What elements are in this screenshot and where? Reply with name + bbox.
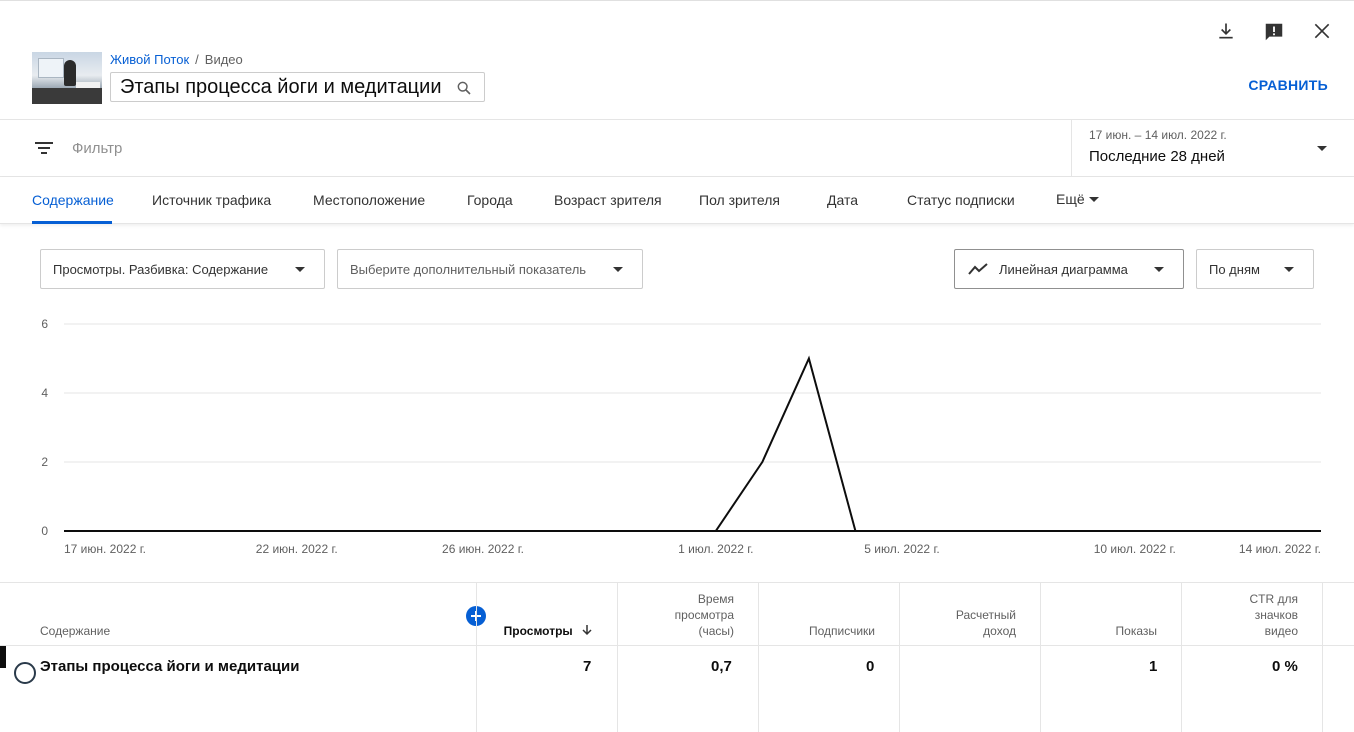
data-point[interactable] (851, 527, 859, 535)
col-header-ctr[interactable]: CTR для значков видео (1236, 591, 1299, 639)
data-point[interactable] (1084, 527, 1092, 535)
chart-svg: 0 2 4 6 17 июн. 2022 г. 22 июн. 2022 г. 26 июн… (41, 317, 1325, 556)
col-header-views-label: Просмотры (503, 624, 573, 638)
row-impressions: 1 (1149, 658, 1158, 675)
x-tick-label: 10 июл. 2022 г. (1094, 542, 1176, 556)
data-point[interactable] (1131, 527, 1139, 535)
table-header: Содержание Просмотры Время просмотра (ча… (0, 582, 1354, 669)
data-point[interactable] (1224, 527, 1232, 535)
data-point[interactable] (805, 355, 813, 363)
data-point[interactable] (1177, 527, 1185, 535)
data-point[interactable] (991, 527, 999, 535)
y-tick-label: 6 (41, 317, 48, 331)
data-point[interactable] (1317, 527, 1325, 535)
col-header-subscribers[interactable]: Подписчики (780, 623, 875, 639)
data-point[interactable] (665, 527, 673, 535)
col-header-watch-time[interactable]: Время просмотра (часы) (660, 591, 734, 639)
data-point[interactable] (1270, 527, 1278, 535)
col-header-views[interactable]: Просмотры (487, 623, 593, 639)
row-title[interactable]: Этапы процесса йоги и медитации (40, 658, 299, 675)
row-watch-time: 0,7 (711, 658, 732, 675)
data-point[interactable] (1038, 527, 1046, 535)
x-tick-label: 22 июн. 2022 г. (256, 542, 338, 556)
column-divider (758, 646, 759, 732)
y-tick-label: 4 (41, 386, 48, 400)
column-divider (617, 646, 618, 732)
data-point[interactable] (619, 527, 627, 535)
row-marker (0, 646, 6, 668)
data-point[interactable] (153, 527, 161, 535)
col-header-content: Содержание (40, 624, 111, 638)
data-point[interactable] (60, 527, 68, 535)
data-point[interactable] (572, 527, 580, 535)
data-point[interactable] (526, 527, 534, 535)
data-point[interactable] (200, 527, 208, 535)
data-point[interactable] (758, 458, 766, 466)
x-tick-label: 5 июл. 2022 г. (864, 542, 939, 556)
data-point[interactable] (945, 527, 953, 535)
column-divider (899, 646, 900, 732)
x-tick-label: 17 июн. 2022 г. (64, 542, 146, 556)
column-divider (476, 646, 477, 732)
column-divider (1181, 646, 1182, 732)
data-point[interactable] (107, 527, 115, 535)
data-point[interactable] (386, 527, 394, 535)
data-point[interactable] (479, 527, 487, 535)
data-point[interactable] (712, 527, 720, 535)
data-point[interactable] (293, 527, 301, 535)
data-point[interactable] (432, 527, 440, 535)
data-point[interactable] (898, 527, 906, 535)
x-tick-label: 1 июл. 2022 г. (678, 542, 753, 556)
data-point[interactable] (246, 527, 254, 535)
x-tick-label: 14 июл. 2022 г. (1239, 542, 1321, 556)
column-divider (1040, 646, 1041, 732)
data-point[interactable] (339, 527, 347, 535)
column-divider (1322, 646, 1323, 732)
row-subscribers: 0 (866, 658, 875, 675)
y-tick-label: 2 (41, 455, 48, 469)
x-tick-label: 26 июн. 2022 г. (442, 542, 524, 556)
col-header-impressions[interactable]: Показы (1070, 623, 1157, 639)
series-line[interactable] (64, 355, 1321, 532)
sort-descending-icon (582, 625, 592, 636)
row-thumbnail (14, 662, 36, 684)
row-ctr: 0 % (1272, 658, 1298, 675)
col-header-revenue[interactable]: Расчетный доход (936, 607, 1016, 639)
row-views: 7 (583, 658, 592, 675)
table-row[interactable]: Этапы процесса йоги и медитации 7 0,7 0 … (0, 646, 1354, 732)
y-tick-label: 0 (41, 524, 48, 538)
